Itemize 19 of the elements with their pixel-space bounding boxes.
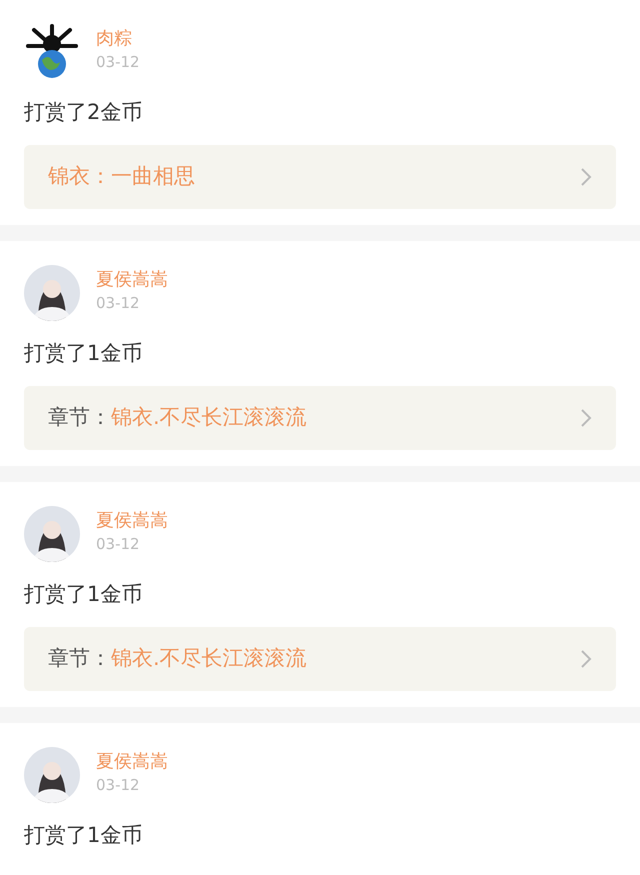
chapter-link[interactable]: 章节：锦衣.不尽长江滚滚流	[24, 386, 616, 450]
avatar-icon	[24, 24, 80, 80]
chapter-link[interactable]: 章节：锦衣.不尽长江滚滚流	[24, 627, 616, 691]
chapter-link[interactable]: 锦衣：一曲相思	[24, 145, 616, 209]
user-name[interactable]: 夏侯嵩嵩	[96, 751, 168, 773]
reward-text: 打赏了1金币	[24, 581, 144, 608]
reward-text: 打赏了1金币	[24, 822, 144, 849]
user-name[interactable]: 肉粽	[96, 28, 140, 50]
post-date: 03-12	[96, 534, 141, 554]
chevron-right-icon	[580, 167, 592, 187]
user-name[interactable]: 夏侯嵩嵩	[96, 269, 168, 291]
reward-text: 打赏了1金币	[24, 340, 144, 367]
chevron-right-icon	[580, 649, 592, 669]
post-date: 03-12	[96, 775, 141, 795]
reward-text: 打赏了2金币	[24, 99, 144, 126]
post-date: 03-12	[96, 293, 141, 313]
chevron-right-icon	[580, 408, 592, 428]
post-date: 03-12	[96, 52, 140, 72]
user-name[interactable]: 夏侯嵩嵩	[96, 510, 168, 532]
